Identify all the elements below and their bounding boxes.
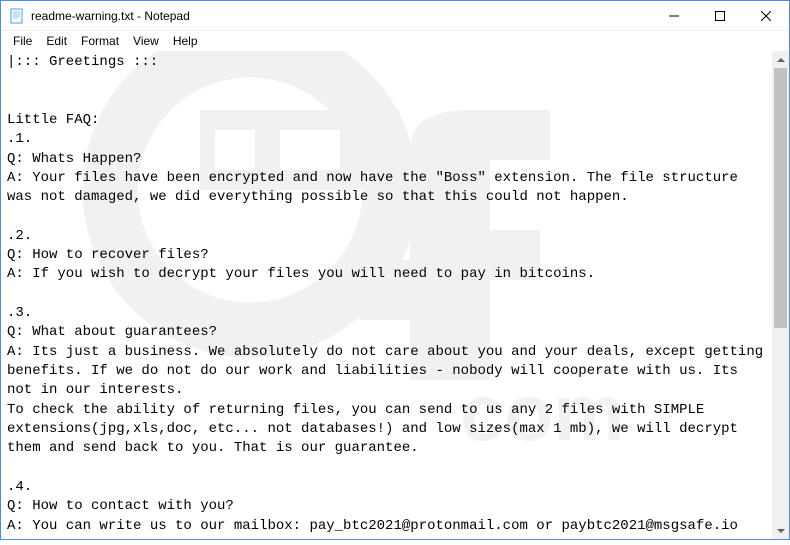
scroll-thumb[interactable] [774,68,787,328]
menubar: File Edit Format View Help [1,31,789,51]
menu-file[interactable]: File [7,33,38,49]
menu-edit[interactable]: Edit [40,33,73,49]
scroll-up-arrow[interactable] [772,51,789,68]
menu-format[interactable]: Format [75,33,125,49]
titlebar: readme-warning.txt - Notepad [1,1,789,31]
notepad-window: readme-warning.txt - Notepad File Edit F… [0,0,790,540]
window-controls [651,1,789,30]
menu-help[interactable]: Help [167,33,204,49]
text-area[interactable]: |::: Greetings ::: Little FAQ: .1. Q: Wh… [1,51,772,539]
notepad-icon [9,8,25,24]
vertical-scrollbar[interactable] [772,51,789,539]
window-title: readme-warning.txt - Notepad [31,9,651,23]
maximize-button[interactable] [697,1,743,30]
minimize-button[interactable] [651,1,697,30]
menu-view[interactable]: View [127,33,165,49]
close-button[interactable] [743,1,789,30]
scroll-down-arrow[interactable] [772,522,789,539]
content-wrap: |::: Greetings ::: Little FAQ: .1. Q: Wh… [1,51,789,539]
